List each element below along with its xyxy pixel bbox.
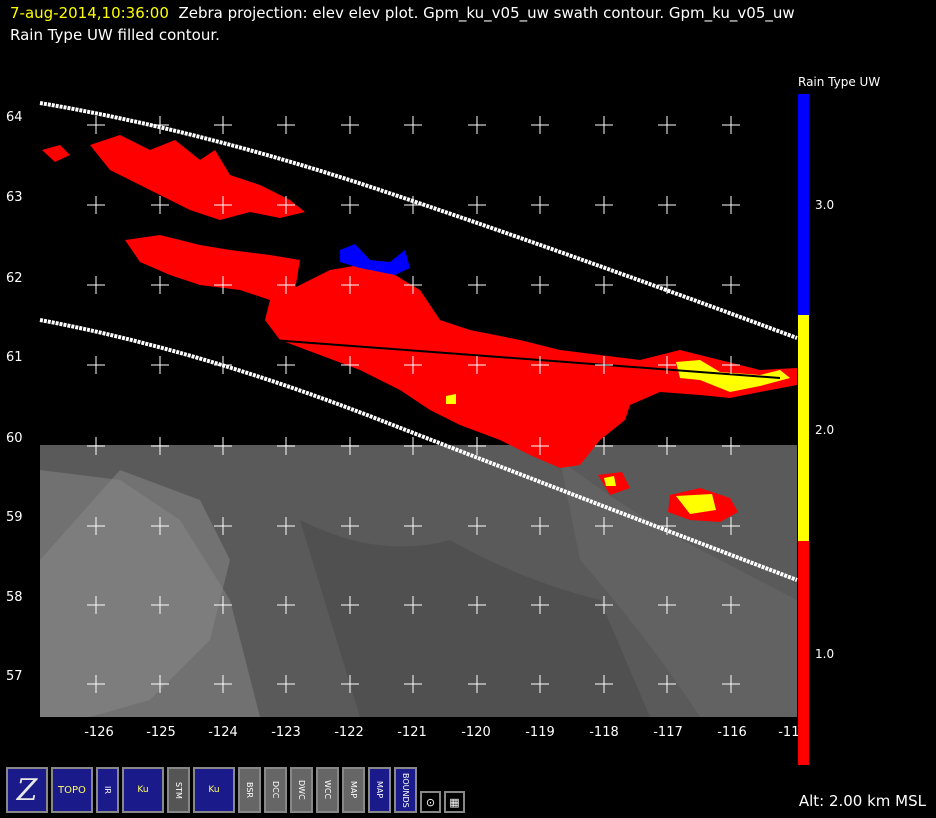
longitude-label: -122: [334, 725, 364, 740]
grid-cross: [87, 276, 105, 294]
bounds-button[interactable]: BOUNDS: [394, 767, 417, 813]
longitude-label: -123: [271, 725, 301, 740]
grid-cross: [468, 116, 486, 134]
grid-cross: [658, 196, 676, 214]
rain-region-small: [42, 145, 70, 162]
zebra-button[interactable]: Z: [6, 767, 48, 813]
latitude-label: 57: [6, 669, 23, 684]
grid-cross: [151, 356, 169, 374]
latitude-label: 62: [6, 271, 23, 286]
longitude-label: -120: [461, 725, 491, 740]
grid-cross: [722, 276, 740, 294]
legend-title: Rain Type UW: [798, 75, 881, 89]
grid-cross: [531, 116, 549, 134]
toolbar: Z TOPO IR Ku STM Ku BSR DCC DWC WCC MAP …: [6, 767, 465, 817]
ku-v5-button[interactable]: Ku: [193, 767, 235, 813]
grid-cross: [214, 116, 232, 134]
legend-color-bar: [798, 94, 809, 765]
bsr-button[interactable]: BSR: [238, 767, 261, 813]
map2-button[interactable]: MAP: [368, 767, 391, 813]
grid-icon[interactable]: ▦: [444, 791, 465, 813]
longitude-label: -125: [146, 725, 176, 740]
grid-cross: [277, 116, 295, 134]
map-button[interactable]: MAP: [342, 767, 365, 813]
grid-cross: [404, 196, 422, 214]
legend-segment-stratiform: [798, 541, 809, 765]
longitude-label: -126: [84, 725, 114, 740]
grid-cross: [595, 196, 613, 214]
latitude-label: 61: [6, 350, 23, 365]
rain-region-main: [265, 265, 797, 468]
altitude-readout: Alt: 2.00 km MSL: [798, 792, 926, 810]
grid-cross: [595, 276, 613, 294]
grid-cross: [531, 276, 549, 294]
longitude-label: -121: [397, 725, 427, 740]
latitude-label: 58: [6, 590, 23, 605]
stm-button[interactable]: STM: [167, 767, 190, 813]
grid-cross: [404, 116, 422, 134]
longitude-label: -124: [208, 725, 238, 740]
longitude-label: -118: [589, 725, 619, 740]
grid-cross: [341, 116, 359, 134]
legend-segment-other: [798, 94, 809, 315]
grid-cross: [87, 356, 105, 374]
grid-cross: [151, 116, 169, 134]
grid-cross: [468, 276, 486, 294]
ir-button[interactable]: IR: [96, 767, 119, 813]
map-plot[interactable]: [0, 0, 936, 818]
longitude-label: -119: [525, 725, 555, 740]
grid-cross: [151, 196, 169, 214]
latitude-label: 60: [6, 431, 23, 446]
legend-value-1: 1.0: [815, 647, 835, 661]
grid-cross: [87, 196, 105, 214]
wcc-button[interactable]: WCC: [316, 767, 339, 813]
grid-cross: [341, 196, 359, 214]
rain-region-west: [125, 235, 300, 300]
grid-cross: [722, 196, 740, 214]
rain-region-north: [90, 135, 305, 220]
legend-segment-convective: [798, 315, 809, 541]
latitude-label: 64: [6, 110, 23, 125]
legend-value-2: 2.0: [815, 423, 835, 437]
topo-button[interactable]: TOPO: [51, 767, 93, 813]
grid-cross: [722, 116, 740, 134]
latitude-label: 63: [6, 190, 23, 205]
grid-cross: [468, 196, 486, 214]
ku-button[interactable]: Ku: [122, 767, 164, 813]
latitude-label: 59: [6, 510, 23, 525]
grid-cross: [214, 356, 232, 374]
dcc-button[interactable]: DCC: [264, 767, 287, 813]
longitude-label: -117: [653, 725, 683, 740]
grid-cross: [87, 116, 105, 134]
grid-cross: [658, 116, 676, 134]
longitude-label: -116: [717, 725, 747, 740]
target-icon[interactable]: ⊙: [420, 791, 441, 813]
grid-cross: [595, 116, 613, 134]
dwc-button[interactable]: DWC: [290, 767, 313, 813]
grid-cross: [531, 196, 549, 214]
grid-cross: [277, 356, 295, 374]
legend-value-3: 3.0: [815, 198, 835, 212]
grid-cross: [151, 276, 169, 294]
